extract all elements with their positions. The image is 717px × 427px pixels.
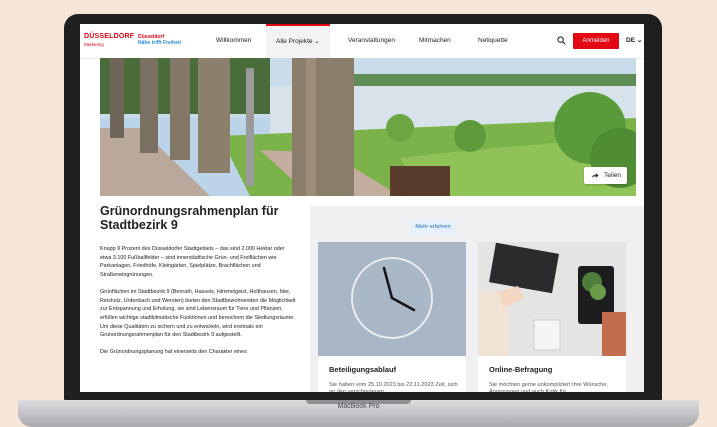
nav-item-mitmachen[interactable]: Mitmachen bbox=[419, 24, 451, 58]
logo[interactable]: DÜSSELDORF Marketing bbox=[84, 33, 134, 49]
device-brand: MacBook Pro bbox=[337, 403, 380, 410]
logo-main: DÜSSELDORF bbox=[84, 33, 135, 40]
card-image-laptop-desk bbox=[478, 242, 626, 356]
nav-item-willkommen[interactable]: Willkommen bbox=[216, 24, 251, 58]
card-beteiligungsablauf[interactable]: Beteiligungsablauf Sie haben vom 25.10.2… bbox=[318, 242, 466, 392]
nav-item-alle-projekte[interactable]: Alle Projekte ⌄ bbox=[266, 24, 330, 60]
language-select[interactable]: DE ⌄ bbox=[626, 36, 642, 44]
slogan-line-2: Nähe trifft Freiheit bbox=[138, 40, 182, 46]
card-title: Beteiligungsablauf bbox=[329, 365, 397, 374]
laptop-desk-icon bbox=[478, 242, 626, 356]
search-icon[interactable] bbox=[557, 36, 566, 45]
card-online-befragung[interactable]: Online-Befragung Sie möchten gerne unkom… bbox=[478, 242, 626, 392]
article-paragraph: Grünflächen im Stadtbezirk 9 (Benrath, H… bbox=[100, 288, 296, 339]
clock-icon bbox=[318, 242, 466, 356]
logo-sub: Marketing bbox=[84, 42, 104, 47]
hero-landscape-illustration bbox=[100, 58, 636, 196]
page-title: Grünordnungsrahmenplan für Stadtbezirk 9 bbox=[100, 204, 279, 232]
share-label: Teilen bbox=[604, 172, 621, 179]
slogan: Düsseldorf Nähe trifft Freiheit bbox=[138, 34, 181, 46]
more-button[interactable]: Mehr erfahren bbox=[410, 220, 456, 234]
card-image-clock bbox=[318, 242, 466, 356]
hero-image bbox=[100, 58, 636, 196]
browser-screen: DÜSSELDORF Marketing Düsseldorf Nähe tri… bbox=[80, 24, 644, 392]
article-paragraph: Knapp 9 Prozent des Düsseldorfer Stadtge… bbox=[100, 246, 285, 279]
share-arrow-icon bbox=[591, 173, 599, 178]
login-button[interactable]: Anmelden bbox=[573, 33, 619, 49]
article-body: Knapp 9 Prozent des Düsseldorfer Stadtge… bbox=[100, 245, 296, 365]
nav-item-netiquette[interactable]: Netiquette bbox=[478, 24, 508, 58]
card-title: Online-Befragung bbox=[489, 365, 553, 374]
top-navigation: DÜSSELDORF Marketing Düsseldorf Nähe tri… bbox=[80, 24, 644, 60]
article-paragraph: Die Grünordnungsplanung hat einerseits d… bbox=[100, 349, 247, 356]
card-description: Sie möchten gerne unkompliziert Ihre Wün… bbox=[489, 382, 609, 392]
card-description: Sie haben vom 25.10.2023 bis 22.11.2023 … bbox=[329, 382, 458, 392]
share-button[interactable]: Teilen bbox=[584, 167, 627, 184]
nav-item-veranstaltungen[interactable]: Veranstaltungen bbox=[348, 24, 395, 58]
